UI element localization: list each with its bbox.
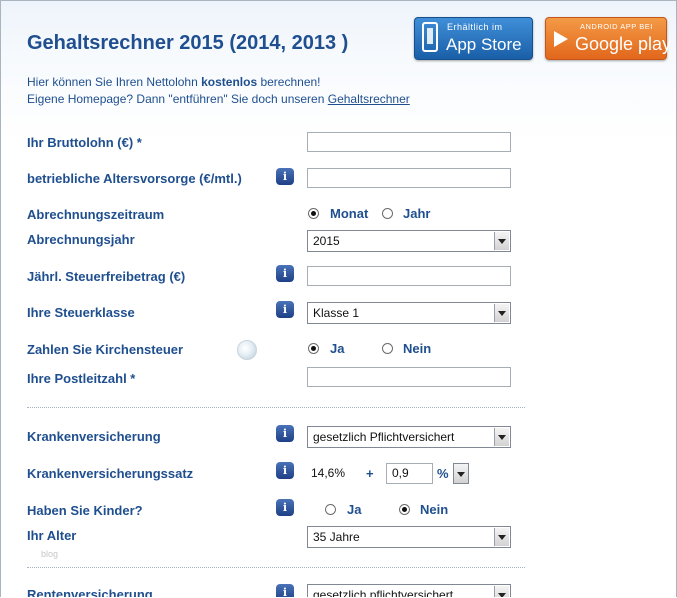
plz-label: Ihre Postleitzahl * <box>27 371 136 386</box>
steuerklasse-info-icon[interactable]: i <box>276 301 294 318</box>
kirchensteuer-nein-radio[interactable] <box>382 343 393 354</box>
kvsatz-info-icon[interactable]: i <box>276 462 294 479</box>
zeitraum-monat-radio[interactable] <box>308 208 319 219</box>
kinder-ja-label: Ja <box>347 502 362 517</box>
kv-value: gesetzlich Pflichtversichert <box>313 430 455 444</box>
kvsatz-dropdown[interactable] <box>453 463 469 484</box>
kirchensteuer-ja-radio[interactable] <box>308 343 319 354</box>
intro-text: Hier können Sie Ihren Nettolohn <box>27 75 202 89</box>
zeitraum-label: Abrechnungszeitraum <box>27 207 165 222</box>
iphone-icon <box>422 22 438 52</box>
kvsatz-zusatz-input[interactable]: 0,9 <box>386 463 433 484</box>
intro-line-1: Hier können Sie Ihren Nettolohn kostenlo… <box>27 75 321 89</box>
zeitraum-jahr-label: Jahr <box>403 206 431 221</box>
kv-select[interactable]: gesetzlich Pflichtversichert <box>307 426 511 448</box>
plz-input[interactable] <box>307 367 511 387</box>
chevron-down-icon <box>494 428 509 446</box>
chevron-down-icon <box>494 528 509 546</box>
google-play-badge-text: Google play <box>575 34 672 54</box>
freibetrag-label: Jährl. Steuerfreibetrag (€) <box>27 269 186 284</box>
kv-label: Krankenversicherung <box>27 429 161 444</box>
kinder-nein-radio[interactable] <box>399 504 410 515</box>
gehaltsrechner-link[interactable]: Gehaltsrechner <box>328 92 410 106</box>
page-title: Gehaltsrechner 2015 (2014, 2013 ) <box>27 32 349 54</box>
section-divider <box>27 407 525 408</box>
rv-value: gesetzlich pflichtversichert <box>313 588 454 597</box>
abrechnungsjahr-select[interactable]: 2015 <box>307 230 511 252</box>
faint-watermark-text: blog <box>41 549 59 559</box>
intro-text-end: berechnen! <box>257 75 321 89</box>
rv-info-icon[interactable]: i <box>276 584 294 597</box>
alter-label: Ihr Alter <box>27 528 77 543</box>
altersvorsorge-input[interactable] <box>307 168 511 188</box>
chevron-down-icon <box>494 586 509 597</box>
freibetrag-info-icon[interactable]: i <box>276 265 294 282</box>
freibetrag-input[interactable] <box>307 266 511 286</box>
kinder-ja-radio[interactable] <box>325 504 336 515</box>
chevron-down-icon <box>494 304 509 322</box>
kirchensteuer-label: Zahlen Sie Kirchensteuer <box>27 342 184 357</box>
alter-select[interactable]: 35 Jahre <box>307 526 511 548</box>
steuerklasse-value: Klasse 1 <box>313 306 360 320</box>
bruttolohn-input[interactable] <box>307 132 511 152</box>
zeitraum-monat-label: Monat <box>330 206 369 221</box>
steuerklasse-select[interactable]: Klasse 1 <box>307 302 511 324</box>
globe-icon <box>237 340 257 360</box>
kvsatz-base-value: 14,6% <box>311 466 346 480</box>
google-play-badge[interactable]: ANDROID APP BEI Google play <box>545 17 671 60</box>
kvsatz-label: Krankenversicherungssatz <box>27 466 194 481</box>
app-store-badge-text: App Store <box>446 35 522 54</box>
steuerklasse-label: Ihre Steuerklasse <box>27 305 135 320</box>
kv-info-icon[interactable]: i <box>276 425 294 442</box>
kinder-nein-label: Nein <box>420 502 449 517</box>
kinder-label: Haben Sie Kinder? <box>27 503 143 518</box>
altersvorsorge-info-icon[interactable]: i <box>276 168 294 185</box>
kinder-info-icon[interactable]: i <box>276 499 294 516</box>
bruttolohn-label: Ihr Bruttolohn (€) * <box>27 135 142 150</box>
kvsatz-plus: + <box>366 466 374 481</box>
intro-line-2: Eigene Homepage? Dann "entführen" Sie do… <box>27 92 410 106</box>
rv-select[interactable]: gesetzlich pflichtversichert <box>307 584 511 597</box>
section-divider <box>27 567 525 568</box>
kvsatz-unit: % <box>437 466 449 481</box>
abrechnungsjahr-label: Abrechnungsjahr <box>27 232 135 247</box>
app-store-badge-small-text: Erhältlich im <box>447 22 503 32</box>
google-play-badge-small-text: ANDROID APP BEI <box>580 22 653 31</box>
rv-label: Rentenversicherung <box>27 587 153 597</box>
intro-embed-text: Eigene Homepage? Dann "entführen" Sie do… <box>27 92 328 106</box>
alter-value: 35 Jahre <box>313 530 360 544</box>
kirchensteuer-nein-label: Nein <box>403 341 432 356</box>
abrechnungsjahr-value: 2015 <box>313 234 340 248</box>
kirchensteuer-ja-label: Ja <box>330 341 345 356</box>
play-icon <box>554 31 568 47</box>
zeitraum-jahr-radio[interactable] <box>382 208 393 219</box>
altersvorsorge-label: betriebliche Altersvorsorge (€/mtl.) <box>27 171 242 186</box>
calculator-panel: Gehaltsrechner 2015 (2014, 2013 ) Erhält… <box>0 0 677 597</box>
intro-bold: kostenlos <box>201 75 258 89</box>
app-store-badge[interactable]: Erhältlich im App Store <box>414 17 533 60</box>
chevron-down-icon <box>494 232 509 250</box>
